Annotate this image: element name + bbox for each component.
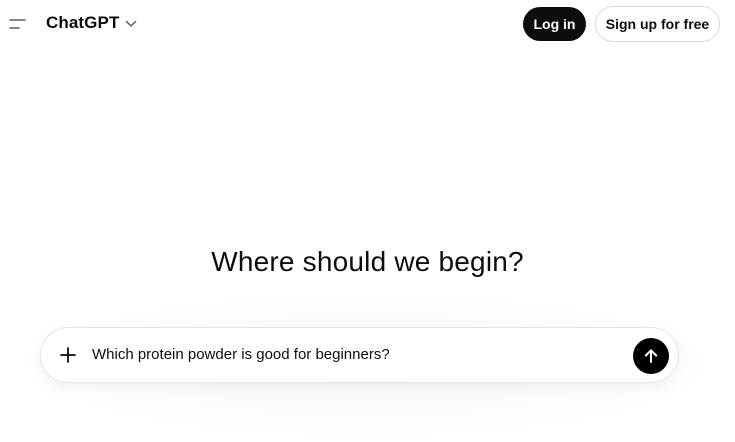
- sidebar-toggle-button[interactable]: [6, 12, 30, 36]
- send-button[interactable]: [633, 338, 669, 374]
- sidebar-toggle-icon: [9, 19, 26, 29]
- chatgpt-landing-page: ChatGPT Log in Sign up for free Where sh…: [0, 0, 735, 442]
- signup-button[interactable]: Sign up for free: [595, 6, 720, 42]
- prompt-input[interactable]: Which protein powder is good for beginne…: [92, 346, 390, 363]
- prompt-composer[interactable]: Which protein powder is good for beginne…: [40, 327, 679, 383]
- plus-icon: [60, 347, 76, 363]
- model-selector[interactable]: ChatGPT: [46, 13, 137, 33]
- chevron-down-icon: [125, 20, 137, 28]
- login-button[interactable]: Log in: [523, 7, 586, 41]
- page-headline: Where should we begin?: [211, 246, 524, 277]
- top-bar: ChatGPT Log in Sign up for free: [0, 0, 735, 48]
- brand-name: ChatGPT: [46, 13, 120, 32]
- attach-button[interactable]: [57, 344, 79, 366]
- arrow-up-icon: [644, 349, 658, 363]
